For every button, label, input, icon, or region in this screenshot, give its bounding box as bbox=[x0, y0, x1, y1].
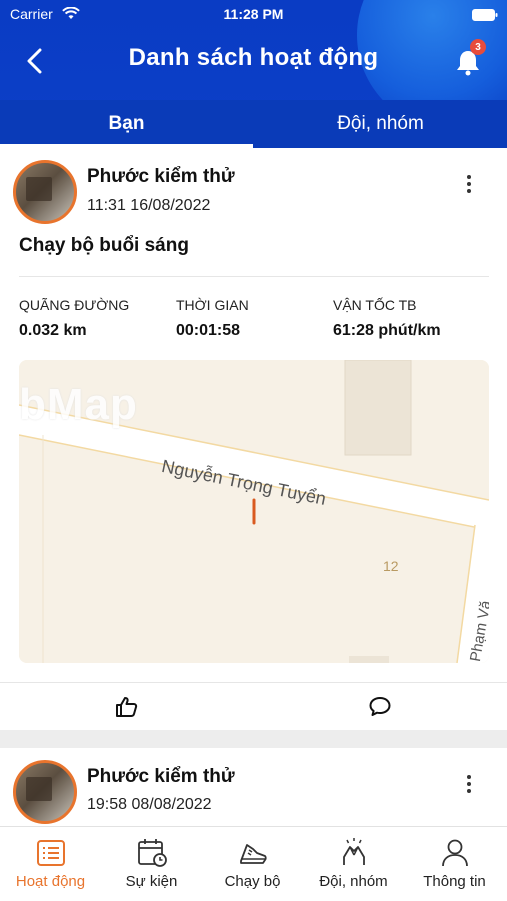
nav-events[interactable]: Sự kiện bbox=[101, 827, 202, 901]
divider bbox=[19, 276, 489, 277]
nav-label: Chạy bộ bbox=[224, 873, 281, 890]
nav-running[interactable]: Chạy bộ bbox=[202, 827, 303, 901]
more-options-icon[interactable] bbox=[467, 172, 471, 196]
profile-icon bbox=[441, 839, 468, 867]
post-timestamp: 19:58 08/08/2022 bbox=[87, 796, 212, 813]
activity-card[interactable]: Phước kiểm thử 19:58 08/08/2022 bbox=[0, 748, 507, 828]
user-name[interactable]: Phước kiểm thử bbox=[87, 766, 235, 788]
comment-bubble-icon[interactable] bbox=[368, 696, 392, 718]
nav-label: Sự kiện bbox=[125, 873, 178, 890]
tab-bar: Bạn Đội, nhóm bbox=[0, 100, 507, 148]
like-thumb-icon[interactable] bbox=[115, 695, 139, 719]
user-name[interactable]: Phước kiểm thử bbox=[87, 166, 235, 188]
map-house-number: 12 bbox=[383, 558, 399, 574]
bottom-navigation: Hoạt động Sự kiện Chạy bộ Đội, nhóm Thôn… bbox=[0, 826, 507, 901]
page-title: Danh sách hoạt động bbox=[128, 44, 379, 71]
stat-value-pace: 61:28 phút/km bbox=[333, 322, 441, 339]
stat-label-distance: QUÃNG ĐƯỜNG bbox=[19, 297, 130, 313]
stat-label-duration: THỜI GIAN bbox=[176, 297, 249, 313]
post-timestamp: 11:31 16/08/2022 bbox=[87, 197, 211, 214]
stat-value-duration: 00:01:58 bbox=[176, 322, 241, 339]
stat-value-distance: 0.032 km bbox=[19, 322, 87, 339]
running-shoe-icon bbox=[239, 844, 267, 864]
more-options-icon[interactable] bbox=[467, 772, 471, 796]
notification-badge: 3 bbox=[470, 39, 486, 55]
tab-doi-nhom[interactable]: Đội, nhóm bbox=[254, 100, 507, 148]
activity-list-icon bbox=[36, 840, 65, 866]
avatar[interactable] bbox=[13, 760, 77, 824]
nav-label: Hoạt động bbox=[15, 873, 86, 890]
stat-label-pace: VẬN TỐC TB bbox=[333, 297, 417, 313]
app-header: Carrier 11:28 PM Danh sách hoạt động 3 B… bbox=[0, 0, 507, 148]
nav-team[interactable]: Đội, nhóm bbox=[303, 827, 404, 901]
team-hands-icon bbox=[342, 838, 365, 865]
battery-icon bbox=[472, 9, 498, 21]
divider bbox=[0, 682, 507, 683]
nav-label: Thông tin bbox=[423, 873, 486, 890]
activity-title: Chạy bộ buổi sáng bbox=[19, 235, 189, 256]
nav-activity[interactable]: Hoạt động bbox=[0, 827, 101, 901]
tab-ban[interactable]: Bạn bbox=[0, 100, 253, 148]
route-map[interactable]: bMap Nguyễn Trọng Tuyển 12 Phạm Vă bbox=[19, 360, 489, 663]
calendar-icon bbox=[137, 839, 167, 867]
clock: 11:28 PM bbox=[223, 6, 284, 22]
nav-profile[interactable]: Thông tin bbox=[404, 827, 505, 901]
nav-label: Đội, nhóm bbox=[319, 873, 388, 890]
map-watermark: bMap bbox=[19, 380, 138, 429]
avatar[interactable] bbox=[13, 160, 77, 224]
